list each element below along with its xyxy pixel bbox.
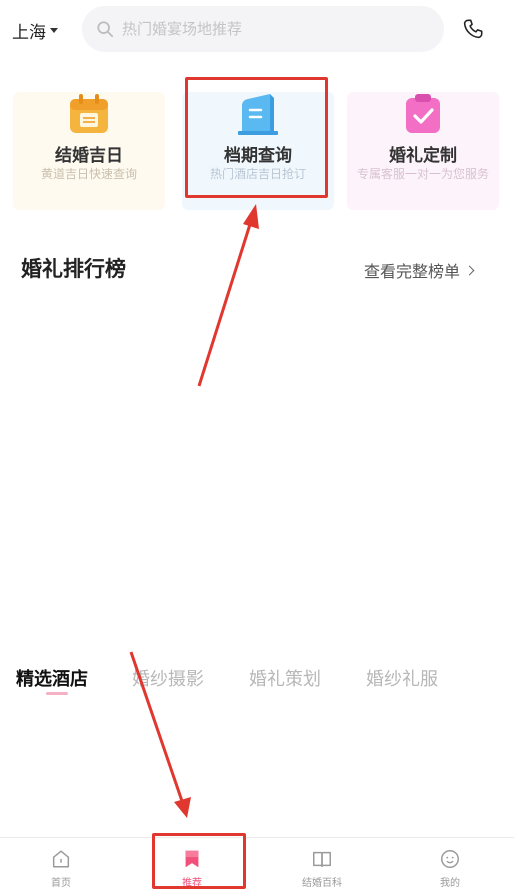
view-full-ranking-label: 查看完整榜单 xyxy=(364,262,461,281)
chevron-right-icon xyxy=(464,265,475,275)
book-icon xyxy=(313,851,331,868)
annotation-arrow-up xyxy=(197,204,259,387)
nav-label: 我的 xyxy=(440,878,460,889)
checklist-icon xyxy=(406,94,440,133)
nav-label: 结婚百科 xyxy=(302,878,342,889)
city-label: 上海 xyxy=(12,22,46,43)
ranking-title: 婚礼排行榜 xyxy=(21,257,126,281)
tab-hotels[interactable]: 精选酒店 xyxy=(16,665,88,691)
tab-wedding-dress[interactable]: 婚纱礼服 xyxy=(366,665,438,691)
nav-home[interactable]: 首页 xyxy=(21,848,101,889)
nav-mine[interactable]: 我的 xyxy=(410,848,490,889)
card-wedding-custom[interactable]: 婚礼定制 专属客服一对一为您服务 xyxy=(347,92,499,210)
card-wedding-date[interactable]: 结婚吉日 黄道吉日快速查询 xyxy=(13,92,165,210)
category-tabs: 精选酒店 婚纱摄影 婚礼策划 婚纱礼服 xyxy=(0,660,514,700)
profile-icon xyxy=(441,850,459,868)
search-bar[interactable] xyxy=(82,6,444,52)
city-selector[interactable]: 上海 xyxy=(12,16,58,44)
card-title: 结婚吉日 xyxy=(55,146,123,166)
view-full-ranking-link[interactable]: 查看完整榜单 xyxy=(364,258,475,282)
card-subtitle: 黄道吉日快速查询 xyxy=(40,167,137,181)
annotation-highlight-box xyxy=(185,77,328,198)
caret-down-icon xyxy=(50,27,58,33)
nav-encyclopedia[interactable]: 结婚百科 xyxy=(282,848,362,889)
nav-label: 首页 xyxy=(51,878,71,889)
card-subtitle: 专属客服一对一为您服务 xyxy=(356,167,489,181)
tab-wedding-photography[interactable]: 婚纱摄影 xyxy=(132,665,204,691)
top-bar: 上海 xyxy=(0,0,514,60)
annotation-nav-highlight-box xyxy=(152,833,246,889)
home-icon xyxy=(52,850,70,868)
card-title: 婚礼定制 xyxy=(389,146,457,166)
phone-icon[interactable] xyxy=(462,18,484,40)
search-icon xyxy=(97,21,114,38)
tab-wedding-planning[interactable]: 婚礼策划 xyxy=(249,665,321,691)
active-tab-indicator xyxy=(46,692,68,695)
search-input[interactable] xyxy=(122,20,422,38)
calendar-icon xyxy=(70,94,108,133)
bottom-navigation: 首页 推荐 结婚百科 我的 xyxy=(0,837,514,892)
